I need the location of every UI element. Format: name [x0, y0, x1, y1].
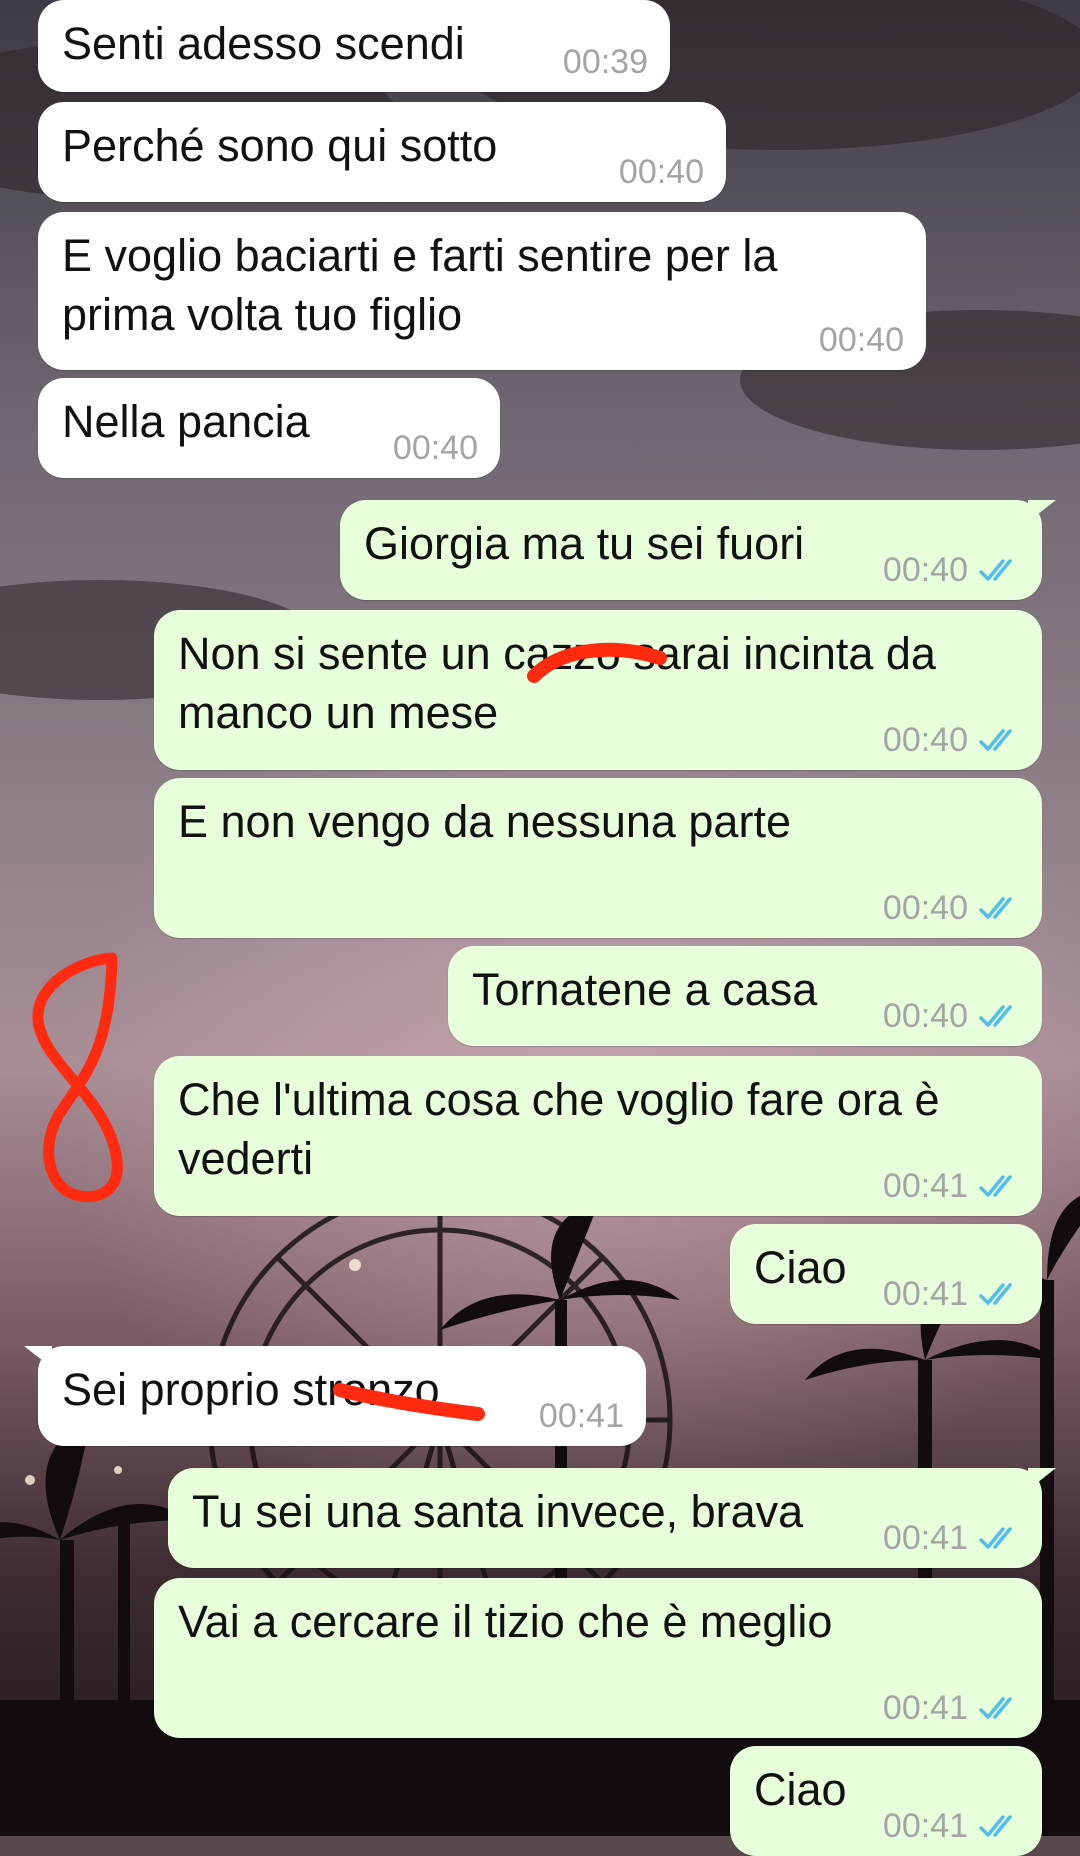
message-timestamp: 00:41 [882, 1689, 968, 1727]
outgoing-message-bubble[interactable]: Ciao 00:41 [730, 1224, 1042, 1324]
double-check-icon [979, 1283, 1012, 1305]
double-check-icon [979, 1175, 1012, 1197]
outgoing-message-bubble[interactable]: Vai a cercare il tizio che è meglio 00:41 [154, 1578, 1042, 1738]
double-check-icon [979, 1005, 1012, 1027]
incoming-message-bubble[interactable]: Perché sono qui sotto 00:40 [38, 102, 726, 202]
double-check-icon [979, 729, 1012, 751]
outgoing-message-bubble[interactable]: E non vengo da nessuna parte 00:40 [154, 778, 1042, 938]
bubble-tail-icon [1028, 500, 1056, 522]
outgoing-message-bubble[interactable]: Ciao 00:41 [730, 1746, 1042, 1856]
message-text: Perché sono qui sotto [62, 120, 498, 171]
message-timestamp: 00:41 [882, 1807, 968, 1845]
outgoing-message-bubble[interactable]: Che l'ultima cosa che voglio fare ora è … [154, 1056, 1042, 1216]
double-check-icon [979, 1527, 1012, 1549]
double-check-icon [979, 559, 1012, 581]
message-meta: 00:40 [883, 720, 1020, 760]
outgoing-message-bubble[interactable]: Tu sei una santa invece, brava 00:41 [168, 1468, 1056, 1568]
message-meta: 00:40 [883, 888, 1020, 928]
message-meta: 00:41 [883, 1274, 1020, 1314]
outgoing-message-bubble[interactable]: Giorgia ma tu sei fuori 00:40 [340, 500, 1056, 600]
outgoing-message-bubble[interactable]: Non si sente un cazzo sarai incinta da m… [154, 610, 1042, 770]
message-timestamp: 00:41 [882, 1519, 968, 1557]
message-timestamp: 00:40 [882, 721, 968, 759]
message-timestamp: 00:41 [882, 1275, 968, 1313]
message-timestamp: 00:40 [392, 429, 478, 467]
double-check-icon [979, 1697, 1012, 1719]
message-timestamp: 00:40 [882, 997, 968, 1035]
message-timestamp: 00:40 [618, 153, 704, 191]
message-meta: 00:41 [883, 1806, 1020, 1846]
message-text: Senti adesso scendi [62, 18, 465, 69]
message-meta: 00:39 [563, 42, 648, 82]
message-timestamp: 00:39 [562, 43, 648, 81]
message-timestamp: 00:40 [882, 889, 968, 927]
incoming-message-bubble[interactable]: Senti adesso scendi 00:39 [38, 0, 670, 92]
message-timestamp: 00:40 [818, 321, 904, 359]
outgoing-message-bubble[interactable]: Tornatene a casa 00:40 [448, 946, 1042, 1046]
double-check-icon [979, 897, 1012, 919]
message-text: E voglio baciarti e farti sentire per la… [62, 230, 778, 340]
message-meta: 00:40 [883, 996, 1020, 1036]
message-meta: 00:41 [883, 1166, 1020, 1206]
message-meta: 00:40 [619, 152, 704, 192]
message-timestamp: 00:41 [538, 1397, 624, 1435]
message-meta: 00:41 [883, 1688, 1020, 1728]
message-meta: 00:40 [819, 320, 904, 360]
message-text: E non vengo da nessuna parte [178, 796, 791, 847]
message-timestamp: 00:41 [882, 1167, 968, 1205]
message-meta: 00:41 [539, 1396, 624, 1436]
incoming-message-bubble[interactable]: E voglio baciarti e farti sentire per la… [38, 212, 926, 370]
message-list[interactable]: Senti adesso scendi 00:39 Perché sono qui … [0, 0, 1080, 1856]
message-meta: 00:41 [883, 1518, 1020, 1558]
message-meta: 00:40 [393, 428, 478, 468]
message-meta: 00:40 [883, 550, 1020, 590]
incoming-message-bubble[interactable]: Nella pancia 00:40 [38, 378, 500, 478]
message-timestamp: 00:40 [882, 551, 968, 589]
bubble-tail-icon [1028, 1468, 1056, 1490]
bubble-tail-icon [24, 1346, 52, 1368]
message-text: Vai a cercare il tizio che è meglio [178, 1596, 833, 1647]
incoming-message-bubble[interactable]: Sei proprio stronzo 00:41 [24, 1346, 646, 1446]
